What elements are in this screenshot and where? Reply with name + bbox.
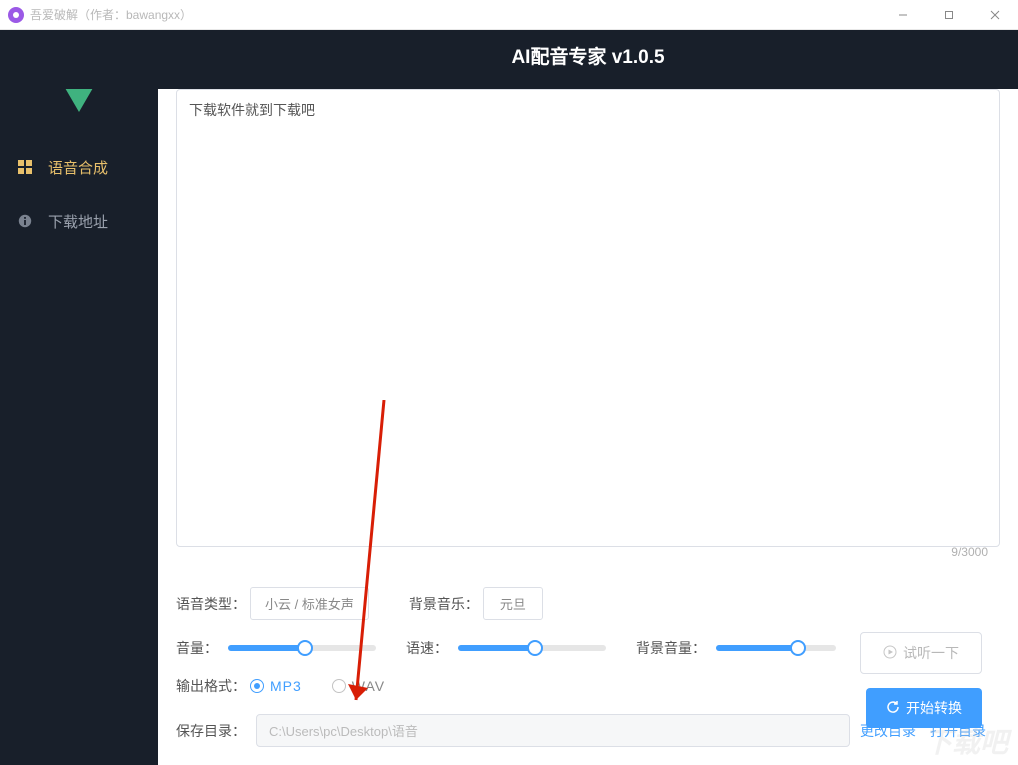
sidebar-item-download[interactable]: 下载地址 [0,194,158,248]
volume-slider[interactable] [228,645,376,651]
close-button[interactable] [972,0,1018,30]
voice-type-select[interactable]: 小云 / 标准女声 [250,587,369,620]
refresh-icon [886,700,900,717]
volume-label: 音量： [176,638,218,658]
text-input[interactable] [176,89,1000,547]
save-dir-input[interactable] [256,714,850,747]
radio-wav[interactable]: WAV [332,678,385,694]
bg-music-select[interactable]: 元旦 [483,587,543,620]
radio-icon [332,679,346,693]
maximize-button[interactable] [926,0,972,30]
output-format-label: 输出格式： [176,676,246,696]
bg-volume-label: 背景音量： [636,638,706,658]
preview-label: 试听一下 [903,643,959,663]
titlebar: 吾爱破解（作者：bawangxx） [0,0,1018,30]
start-convert-button[interactable]: 开始转换 [866,688,982,728]
radio-mp3[interactable]: MP3 [250,678,302,694]
sidebar: 语音合成 下载地址 [0,30,158,765]
app-icon [8,7,24,23]
sidebar-item-tts[interactable]: 语音合成 [0,140,158,194]
speed-label: 语速： [406,638,448,658]
speed-slider[interactable] [458,645,606,651]
sidebar-item-label: 语音合成 [48,157,108,178]
bg-music-label: 背景音乐： [409,594,479,614]
info-icon [16,214,34,228]
char-counter: 9/3000 [951,545,988,559]
bg-volume-slider[interactable] [716,645,836,651]
play-icon [883,645,897,662]
radio-wav-label: WAV [352,678,385,694]
grid-icon [16,160,34,174]
sidebar-item-label: 下载地址 [48,211,108,232]
radio-icon [250,679,264,693]
main-panel: AI配音专家 v1.0.5 9/3000 语音类型： 小云 / 标准女声 背景音… [158,30,1018,765]
preview-button[interactable]: 试听一下 [860,632,982,674]
window-title: 吾爱破解（作者：bawangxx） [30,6,192,23]
radio-mp3-label: MP3 [270,678,302,694]
page-title: AI配音专家 v1.0.5 [0,30,1018,89]
start-label: 开始转换 [906,698,962,718]
save-dir-label: 保存目录： [176,721,246,741]
minimize-button[interactable] [880,0,926,30]
window-controls [880,0,1018,30]
voice-type-label: 语音类型： [176,594,246,614]
